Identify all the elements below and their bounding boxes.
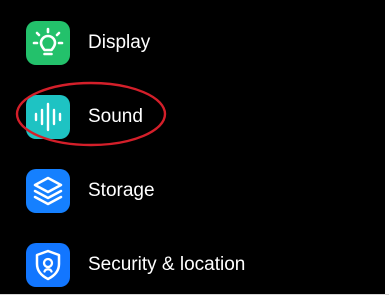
settings-item-sound[interactable]: Sound — [0, 81, 385, 155]
settings-item-label: Display — [88, 32, 151, 53]
bottom-divider — [0, 294, 389, 295]
settings-item-display[interactable]: Display — [0, 7, 385, 81]
storage-layers-icon — [26, 169, 70, 213]
display-brightness-icon — [26, 21, 70, 65]
sound-waveform-icon — [26, 95, 70, 139]
settings-item-label: Storage — [88, 180, 155, 201]
settings-item-storage[interactable]: Storage — [0, 155, 385, 229]
settings-item-security-location[interactable]: Security & location — [0, 229, 385, 299]
settings-item-label: Security & location — [88, 254, 246, 275]
security-shield-icon — [26, 243, 70, 287]
settings-list: Display Sound Storage Security & locatio… — [0, 0, 385, 294]
settings-screen: Display Sound Storage Security & locatio… — [0, 0, 389, 299]
settings-item-label: Sound — [88, 106, 143, 127]
